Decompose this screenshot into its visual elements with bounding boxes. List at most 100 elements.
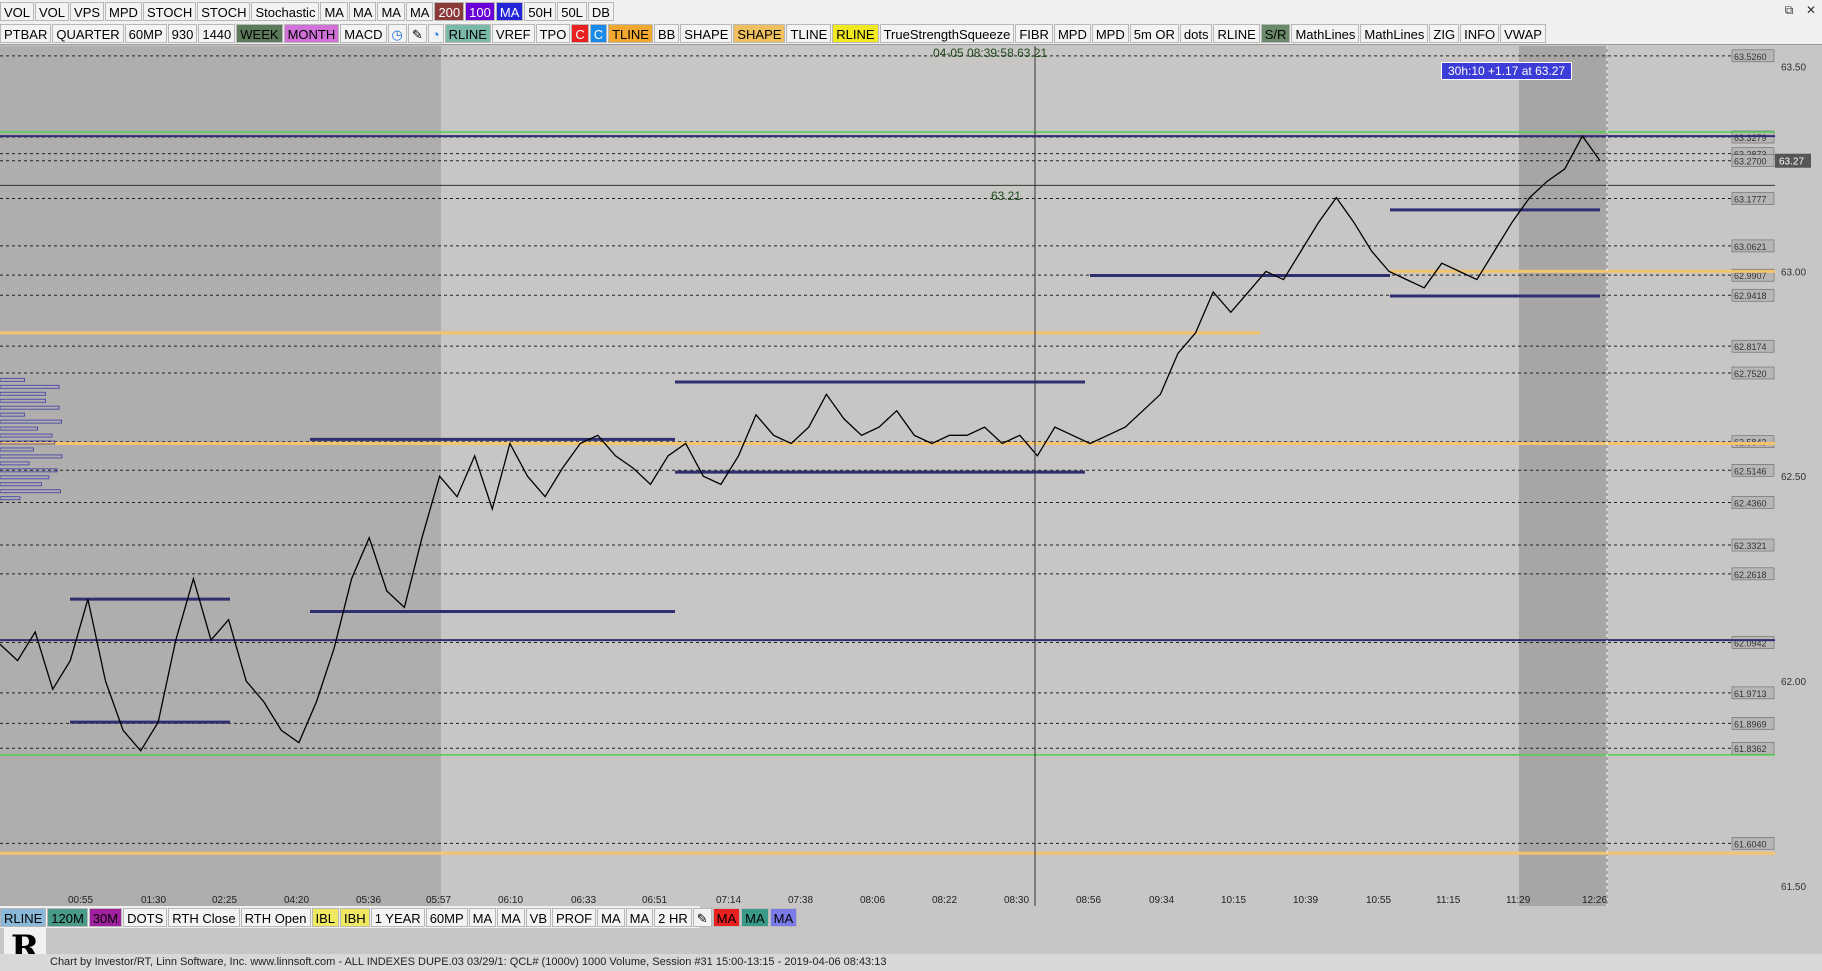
level-label: 61.8969 [1734,719,1767,729]
toolbar-button-rline[interactable]: RLINE [444,23,491,43]
toolbar-button-db[interactable]: DB [587,1,614,21]
toolbar-button-ma[interactable]: MA [468,907,497,927]
status-bar: Chart by Investor/RT, Linn Software, Inc… [0,954,1822,971]
x-axis-tick-label: 08:30 [1004,895,1029,906]
toolbar-button-50h[interactable]: 50H [524,1,557,21]
toolbar-button-930[interactable]: 930 [167,23,198,43]
toolbar-button-mpd[interactable]: MPD [105,1,142,21]
toolbar-button-month[interactable]: MONTH [283,23,340,43]
window-controls: ⧉ ✕ [1778,0,1822,20]
toolbar-button-prof[interactable]: PROF [552,907,597,927]
toolbar-button-vol[interactable]: VOL [0,1,35,21]
toolbar-button-100[interactable]: 100 [465,1,495,21]
x-axis-tick-label: 02:25 [212,895,237,906]
toolbar-button-mathlines[interactable]: MathLines [1291,23,1360,43]
toolbar-button-rth-open[interactable]: RTH Open [240,907,311,927]
y-axis-tick-label: 63.50 [1781,62,1806,73]
x-axis-tick-label: 08:06 [860,895,885,906]
x-axis-tick-label: 08:56 [1076,895,1101,906]
toolbar-button-ma[interactable]: MA [405,1,434,21]
level-label: 63.5260 [1734,52,1767,62]
last-price-label: 63.27 [1779,157,1804,168]
x-axis-tick-label: 05:57 [426,895,451,906]
toolbar-button-zig[interactable]: ZIG [1429,23,1460,43]
toolbar-button-rline[interactable]: RLINE [1213,23,1260,43]
x-axis-tick-label: 11:29 [1506,895,1531,906]
toolbar-button-30m[interactable]: 30M [88,907,123,927]
level-label: 63.2700 [1734,157,1767,167]
toolbar-button-bb[interactable]: BB [653,23,680,43]
toolbar-button-1440[interactable]: 1440 [198,23,236,43]
level-label: 63.0621 [1734,242,1767,252]
pencil-icon[interactable]: ✎ [692,907,712,927]
toolbar-button-mpd[interactable]: MPD [1053,23,1091,43]
toolbar-button-tline[interactable]: TLINE [608,23,653,43]
toolbar-button-5m-or[interactable]: 5m OR [1129,23,1179,43]
toolbar-button-ma[interactable]: MA [495,1,524,21]
overnight-session-shade [0,46,441,906]
toolbar-button-week[interactable]: WEEK [236,23,283,43]
toolbar-button-rth-close[interactable]: RTH Close [168,907,240,927]
toolbar-button-60mp[interactable]: 60MP [124,23,167,43]
toolbar-button-mathlines[interactable]: MathLines [1360,23,1429,43]
toolbar-button-ma[interactable]: MA [497,907,525,927]
toolbar-button-macd[interactable]: MACD [340,23,387,43]
toolbar-button-120m[interactable]: 120M [47,907,88,927]
level-label: 62.8174 [1734,342,1767,352]
level-label: 62.4360 [1734,498,1767,508]
toolbar-button-mpd[interactable]: MPD [1091,23,1129,43]
toolbar-button-60mp[interactable]: 60MP [425,907,468,927]
toolbar-button-vref[interactable]: VREF [491,23,535,43]
restore-window-icon[interactable]: ⧉ [1778,0,1800,20]
toolbar-button-quarter[interactable]: QUARTER [52,23,124,43]
price-chart[interactable]: 63.526063.327963.287363.270063.177763.06… [0,46,1822,906]
toolbar-button-stoch[interactable]: STOCH [142,1,197,21]
toolbar-button-fibr[interactable]: FIBR [1015,23,1053,43]
toolbar-button-info[interactable]: INFO [1460,23,1500,43]
toolbar-button-ma[interactable]: MA [769,907,798,927]
toolbar-button-vps[interactable]: VPS [70,1,105,21]
clock-icon[interactable]: ◷ [387,23,407,43]
toolbar-button-vb[interactable]: VB [525,907,552,927]
toolbar-button-ma[interactable]: MA [625,907,654,927]
toolbar-button-shape[interactable]: SHAPE [680,23,733,43]
toolbar-button-ma[interactable]: MA [320,1,348,21]
toolbar-button-c[interactable]: C [571,23,589,43]
toolbar-button-rline[interactable]: RLINE [0,907,47,927]
toolbar-button-stochastic[interactable]: Stochastic [251,1,320,21]
toolbar-button-stoch[interactable]: STOCH [197,1,251,21]
toolbar-button-tpo[interactable]: TPO [535,23,571,43]
timer-icon[interactable]: ◔ [427,23,444,43]
toolbar-button-200[interactable]: 200 [434,1,465,21]
toolbar-button-ma[interactable]: MA [348,1,377,21]
toolbar-button-tline[interactable]: TLINE [786,23,832,43]
x-axis-tick-label: 00:55 [68,895,93,906]
toolbar-button-50l[interactable]: 50L [557,1,587,21]
toolbar-button-rline[interactable]: RLINE [832,23,879,43]
toolbar-button-ptbar[interactable]: PTBAR [0,23,52,43]
x-axis-tick-label: 10:39 [1293,895,1318,906]
toolbar-button-2-hr[interactable]: 2 HR [654,907,692,927]
toolbar-button-c[interactable]: C [589,23,608,43]
toolbar-button-ma[interactable]: MA [741,907,769,927]
toolbar-button-ma[interactable]: MA [712,907,741,927]
y-axis-tick-label: 63.00 [1781,267,1806,278]
toolbar-button-ibh[interactable]: IBH [340,907,370,927]
toolbar-button-dots[interactable]: dots [1179,23,1213,43]
toolbar-button-dots[interactable]: DOTS [123,907,168,927]
toolbar-button-truestrengthsqueeze[interactable]: TrueStrengthSqueeze [879,23,1015,43]
price-chart-area[interactable]: 63.526063.327963.287363.270063.177763.06… [0,46,1822,922]
toolbar-button-vwap[interactable]: VWAP [1500,23,1546,43]
toolbar-button-1-year[interactable]: 1 YEAR [370,907,425,927]
x-axis-tick-label: 11:15 [1436,895,1461,906]
pencil-icon[interactable]: ✎ [407,23,427,43]
close-window-icon[interactable]: ✕ [1800,0,1822,20]
toolbar-button-s-r[interactable]: S/R [1260,23,1291,43]
level-label: 63.1777 [1734,195,1767,205]
toolbar-button-ma[interactable]: MA [377,1,405,21]
toolbar-button-ibl[interactable]: IBL [311,907,340,927]
toolbar-button-vol[interactable]: VOL [35,1,70,21]
x-axis-tick-label: 05:36 [356,895,381,906]
toolbar-button-shape[interactable]: SHAPE [733,23,786,43]
toolbar-button-ma[interactable]: MA [597,907,625,927]
